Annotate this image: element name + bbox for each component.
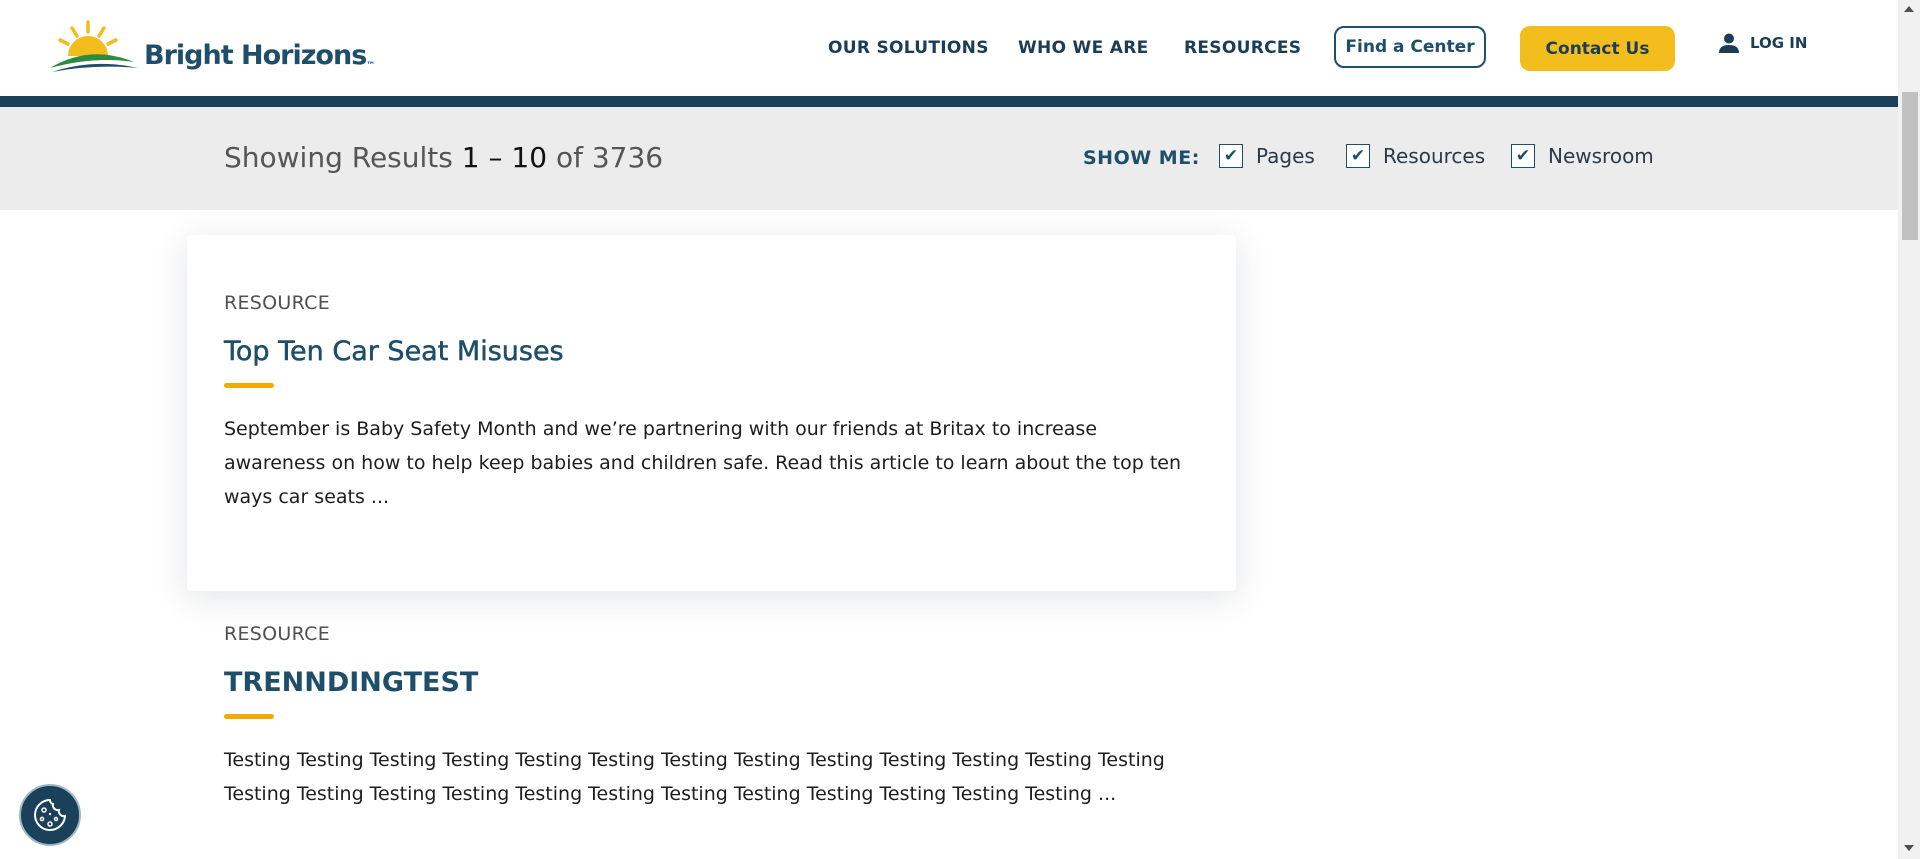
nav-our-solutions[interactable]: OUR SOLUTIONS xyxy=(828,38,989,58)
resources-checkbox[interactable]: ✔ xyxy=(1346,144,1370,168)
pages-filter-label: Pages xyxy=(1256,144,1315,168)
results-summary: Showing Results 1 – 10 of 3736 xyxy=(224,141,663,174)
results-of-label: of xyxy=(555,141,583,174)
results-prefix: Showing Results xyxy=(224,141,453,174)
result-description: September is Baby Safety Month and we’re… xyxy=(224,418,1182,508)
title-underline xyxy=(224,714,274,719)
cookie-icon xyxy=(34,798,67,831)
search-result: RESOURCE Top Ten Car Seat Misuses Septem… xyxy=(224,292,1204,514)
result-description: Testing Testing Testing Testing Testing … xyxy=(224,749,1165,805)
nav-resources[interactable]: RESOURCES xyxy=(1184,38,1301,58)
header-divider-bar xyxy=(0,96,1898,107)
bright-horizons-logo[interactable]: Bright Horizons™ xyxy=(48,18,375,78)
pages-checkbox[interactable]: ✔ xyxy=(1219,144,1243,168)
results-range-end: 10 xyxy=(511,141,548,174)
filter-newsroom[interactable]: ✔ Newsroom xyxy=(1511,144,1654,168)
logo-trademark: ™ xyxy=(366,61,375,71)
sun-logo-icon xyxy=(50,20,138,72)
result-type: RESOURCE xyxy=(224,623,331,645)
login-label: LOG IN xyxy=(1750,34,1808,52)
logo-wordmark: Bright Horizons xyxy=(144,40,367,71)
scroll-down-arrow-icon[interactable] xyxy=(1904,845,1914,851)
nav-who-we-are[interactable]: WHO WE ARE xyxy=(1018,38,1149,58)
search-result: RESOURCE TRENNDINGTEST Testing Testing T… xyxy=(224,623,1204,811)
title-underline xyxy=(224,383,274,388)
result-title-link[interactable]: Top Ten Car Seat Misuses xyxy=(224,336,1204,368)
result-title-link[interactable]: TRENNDINGTEST xyxy=(224,667,1204,698)
results-range-separator: – xyxy=(488,141,503,174)
site-header: Bright Horizons™ OUR SOLUTIONS WHO WE AR… xyxy=(0,0,1898,96)
newsroom-filter-label: Newsroom xyxy=(1548,144,1654,168)
resources-filter-label: Resources xyxy=(1383,144,1486,168)
show-me-label: SHOW ME: xyxy=(1083,147,1200,169)
cookie-settings-button[interactable] xyxy=(19,784,81,846)
results-total: 3736 xyxy=(591,141,664,174)
contact-us-button[interactable]: Contact Us xyxy=(1520,26,1675,71)
scroll-up-arrow-icon[interactable] xyxy=(1904,6,1914,12)
user-icon xyxy=(1719,33,1739,53)
find-a-center-button[interactable]: Find a Center xyxy=(1334,26,1486,68)
filter-resources[interactable]: ✔ Resources xyxy=(1346,144,1485,168)
results-range-start: 1 xyxy=(461,141,480,174)
filter-pages[interactable]: ✔ Pages xyxy=(1219,144,1315,168)
results-filter-bar: Showing Results 1 – 10 of 3736 SHOW ME: … xyxy=(0,107,1898,210)
result-type: RESOURCE xyxy=(224,292,331,314)
newsroom-checkbox[interactable]: ✔ xyxy=(1511,144,1535,168)
login-link[interactable]: LOG IN xyxy=(1718,32,1807,54)
scrollbar-thumb[interactable] xyxy=(1902,92,1918,240)
